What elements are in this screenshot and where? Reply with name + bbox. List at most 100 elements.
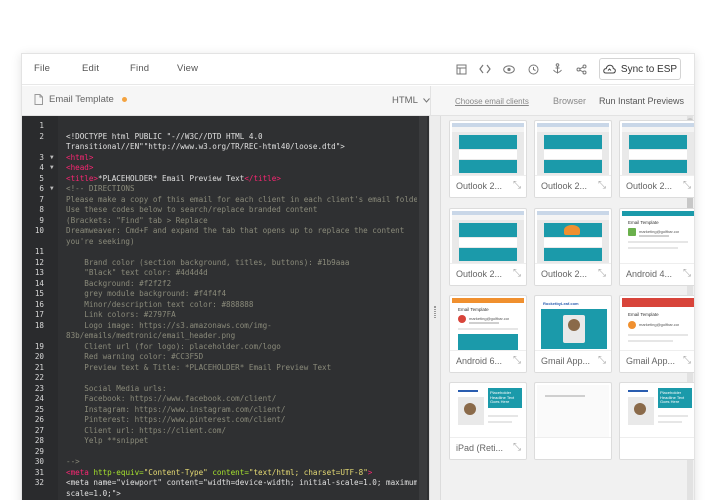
code-line[interactable]: 83b/emails/medtronic/email_header.png	[22, 331, 429, 342]
layout-icon[interactable]	[454, 62, 468, 76]
code-text: <html>	[66, 152, 94, 162]
split-handle[interactable]	[429, 116, 441, 500]
sync-to-esp-button[interactable]: Sync to ESP	[599, 58, 681, 80]
code-line[interactable]: 14 Background: #f2f2f2	[22, 279, 429, 290]
expand-icon[interactable]: ⤡	[683, 180, 691, 191]
run-instant-previews-button[interactable]: Run Instant Previews	[599, 96, 684, 106]
code-line[interactable]: 29	[22, 447, 429, 458]
code-line[interactable]: 24 Facebook: https://www.facebook.com/cl…	[22, 394, 429, 405]
expand-icon[interactable]: ⤡	[513, 268, 521, 279]
cloud-sync-icon	[603, 64, 616, 74]
preview-card[interactable]: Placeholder Headline Text Goes Here iPad …	[449, 382, 527, 460]
mini-email-title: Email Template	[628, 220, 659, 225]
code-line[interactable]: Transitional//EN""http://www.w3.org/TR/R…	[22, 142, 429, 153]
code-icon[interactable]	[478, 62, 492, 76]
fold-arrow-icon[interactable]: ▼	[50, 153, 54, 164]
code-line[interactable]: 27 Client url: https://client.com/	[22, 426, 429, 437]
preview-card[interactable]: Outlook 2... ⤡	[449, 208, 527, 286]
code-line[interactable]: 30 -->	[22, 457, 429, 468]
code-line[interactable]: 22	[22, 373, 429, 384]
expand-icon[interactable]: ⤡	[513, 180, 521, 191]
fold-arrow-icon[interactable]: ▼	[50, 163, 54, 174]
code-line[interactable]: 1	[22, 121, 429, 132]
email-header-block	[459, 223, 517, 237]
code-text: Dreamweaver: Cmd+F and expand the tab th…	[66, 226, 405, 235]
preview-client-label: Outlook 2...	[541, 269, 588, 279]
line-number: 9	[39, 215, 44, 225]
code-line[interactable]: 4 ▼ <head>	[22, 163, 429, 174]
code-line[interactable]: scale=1.0;">	[22, 489, 429, 500]
clock-icon[interactable]	[526, 62, 540, 76]
code-line[interactable]: 19 Client url (for logo): placeholder.co…	[22, 342, 429, 353]
preview-card[interactable]: Outlook 2... ⤡	[449, 120, 527, 198]
code-line[interactable]: 10 Dreamweaver: Cmd+F and expand the tab …	[22, 226, 429, 237]
code-line[interactable]: 28 Yelp **snippet	[22, 436, 429, 447]
code-line[interactable]: 17 Link colors: #2797FA	[22, 310, 429, 321]
menu-find[interactable]: Find	[130, 63, 149, 74]
preview-client-label: Outlook 2...	[541, 181, 588, 191]
expand-icon[interactable]: ⤡	[513, 355, 521, 366]
code-line[interactable]: 25 Instagram: https://www.instagram.com/…	[22, 405, 429, 416]
preview-card[interactable]: Email Template marketing@golfbar.com Gmail…	[619, 295, 694, 373]
code-line[interactable]: 12 Brand color (section background, titl…	[22, 258, 429, 269]
menu-file[interactable]: File	[34, 63, 50, 74]
code-line[interactable]: 23 Social Media urls:	[22, 384, 429, 395]
language-select[interactable]: HTML	[392, 95, 430, 106]
expand-icon[interactable]: ⤡	[683, 268, 691, 279]
preview-card[interactable]	[534, 382, 612, 460]
code-line[interactable]: 15 grey module background: #f4f4f4	[22, 289, 429, 300]
choose-email-clients-link[interactable]: Choose email clients	[455, 97, 529, 106]
code-line[interactable]: you're seeking)	[22, 237, 429, 248]
code-line[interactable]: 2 <!DOCTYPE html PUBLIC "-//W3C//DTD HTML…	[22, 132, 429, 143]
code-line[interactable]: 7 Please make a copy of this email for ea…	[22, 195, 429, 206]
code-line[interactable]: 21 Preview text & Title: *PLACEHOLDER* E…	[22, 363, 429, 374]
code-line[interactable]: 5 <title>*PLACEHOLDER* Email Preview Text…	[22, 174, 429, 185]
expand-icon[interactable]: ⤡	[598, 355, 606, 366]
preview-card[interactable]: Email Template marketing@golfbar.com Andro…	[449, 295, 527, 373]
email-body-block	[459, 150, 517, 159]
code-line[interactable]: 31 <meta http-equiv="Content-Type" conten…	[22, 468, 429, 479]
line-number: 25	[34, 404, 44, 414]
code-line[interactable]: 13 "Black" text color: #4d4d4d	[22, 268, 429, 279]
code-line[interactable]: 20 Red warning color: #CC3F5D	[22, 352, 429, 363]
code-editor[interactable]: 1 2 <!DOCTYPE html PUBLIC "-//W3C//DTD HTM…	[22, 116, 429, 500]
tab-email-template[interactable]: Email Template	[34, 94, 127, 105]
brand-logo-bar	[458, 390, 478, 392]
preview-client-label: Android 4...	[626, 269, 673, 279]
editor-scrollbar[interactable]	[419, 116, 427, 500]
anchor-icon[interactable]	[550, 62, 564, 76]
eye-icon[interactable]	[502, 62, 516, 76]
menu-edit[interactable]: Edit	[82, 63, 99, 74]
code-line[interactable]: 8 Use these codes below to search/replace…	[22, 205, 429, 216]
line-number: 10	[34, 226, 44, 235]
preview-card[interactable]: Outlook 2... ⤡	[534, 120, 612, 198]
code-text: <title>*PLACEHOLDER* Email Preview Text<…	[66, 173, 281, 183]
preview-card[interactable]: Email Template marketing@golfbar.com Andro…	[619, 208, 694, 286]
code-line[interactable]: 32 <meta name="viewport" content="width=d…	[22, 478, 429, 489]
browser-tab[interactable]: Browser	[553, 96, 586, 106]
menu-view[interactable]: View	[177, 63, 198, 74]
code-text: "Black" text color: #4d4d4d	[66, 268, 208, 277]
expand-icon[interactable]: ⤡	[513, 442, 521, 453]
code-line[interactable]: 9 (Brackets: "Find" tab > Replace	[22, 216, 429, 227]
preview-card[interactable]: Outlook 2... ⤡	[534, 208, 612, 286]
expand-icon[interactable]: ⤡	[683, 355, 691, 366]
preview-card[interactable]: Outlook 2... ⤡	[619, 120, 694, 198]
code-line[interactable]: 26 Pinterest: https://www.pinterest.com/…	[22, 415, 429, 426]
fold-arrow-icon[interactable]: ▼	[50, 184, 54, 195]
text-line	[628, 334, 688, 336]
share-icon[interactable]	[574, 62, 588, 76]
preview-screenshot: Placeholder Headline Text Goes Here	[622, 385, 694, 439]
code-line[interactable]: 3 ▼ <html>	[22, 153, 429, 164]
preview-card[interactable]: Placeholder Headline Text Goes Here	[619, 382, 694, 460]
code-line[interactable]: 18 Logo image: https://s3.amazonaws.com/…	[22, 321, 429, 332]
client-toolbar	[452, 215, 524, 220]
code-line[interactable]: 11	[22, 247, 429, 258]
expand-icon[interactable]: ⤡	[598, 180, 606, 191]
preview-client-label: Android 6...	[456, 356, 503, 366]
brand-logo: RocketbyLeaf.com	[543, 301, 579, 306]
code-line[interactable]: 6 ▼ <!-- DIRECTIONS	[22, 184, 429, 195]
code-line[interactable]: 16 Minor/description text color: #888888	[22, 300, 429, 311]
expand-icon[interactable]: ⤡	[598, 268, 606, 279]
preview-card[interactable]: RocketbyLeaf.com Gmail App... ⤡	[534, 295, 612, 373]
